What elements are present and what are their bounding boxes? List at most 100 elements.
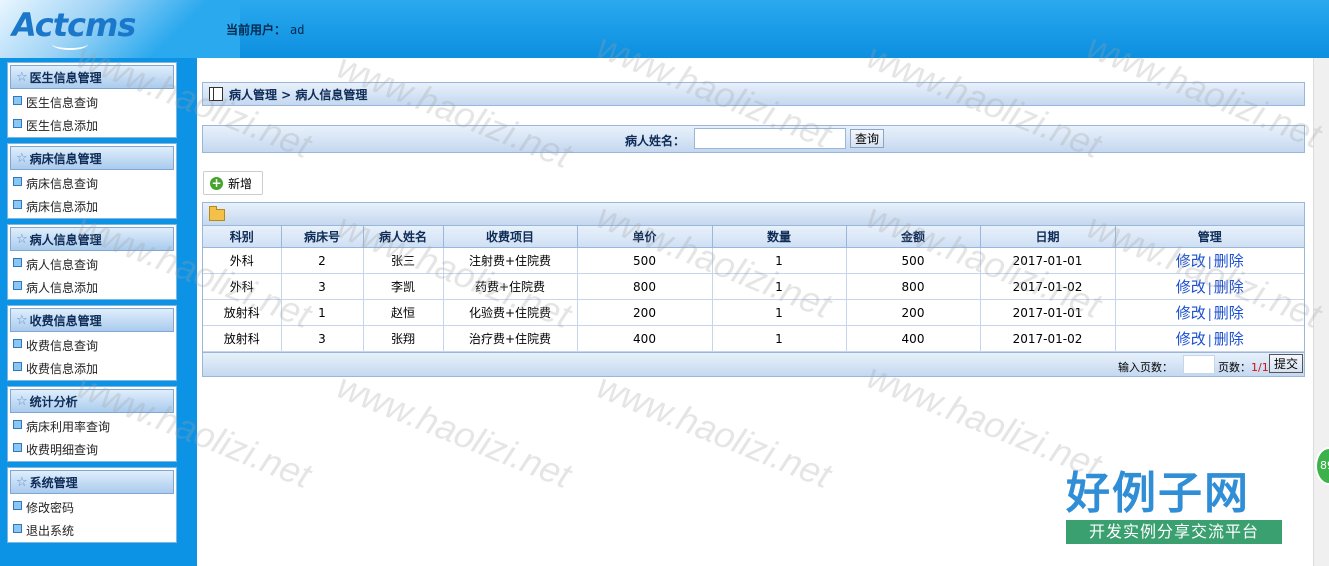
cell-qty: 1 [712,325,847,352]
menu-group-title[interactable]: ☆ 医生信息管理 [10,65,174,89]
current-user-label: 当前用户： [226,23,287,37]
menu-group-title[interactable]: ☆ 收费信息管理 [10,308,174,332]
menu-group-title[interactable]: ☆ 病床信息管理 [10,146,174,170]
cell-name: 李凯 [363,273,444,300]
edit-link[interactable]: 修改 [1176,304,1206,322]
data-table-panel: 科别 病床号 病人姓名 收费项目 单价 数量 金额 日期 管理 外科 2 张三 … [202,202,1305,377]
cell-amount: 500 [846,247,981,274]
menu-group-doctor: ☆ 医生信息管理 医生信息查询 医生信息添加 [7,62,177,138]
square-bullet-icon [13,280,22,290]
cell-item: 注射费+住院费 [443,247,578,274]
breadcrumb: 病人管理 > 病人信息管理 [202,82,1305,106]
sidebar-item-label: 病床信息查询 [26,177,99,191]
column-header: 病人姓名 [363,226,444,248]
column-header: 病床号 [281,226,364,248]
sidebar-item-patient-add[interactable]: 病人信息添加 [8,276,176,299]
menu-group-title[interactable]: ☆ 病人信息管理 [10,227,174,251]
star-icon: ☆ [16,69,28,85]
search-button[interactable]: 查询 [850,129,884,148]
menu-group-title[interactable]: ☆ 系统管理 [10,470,174,494]
cell-name: 赵恒 [363,299,444,326]
menu-group-stats: ☆ 统计分析 病床利用率查询 收费明细查询 [7,386,177,462]
column-header: 单价 [577,226,713,248]
page-icon [209,87,223,101]
sidebar-item-label: 病床利用率查询 [26,420,111,434]
delete-link[interactable]: 删除 [1214,330,1244,348]
cell-price: 800 [577,273,713,300]
delete-link[interactable]: 删除 [1214,278,1244,296]
add-button[interactable]: + 新增 [203,171,263,195]
sidebar-item-change-password[interactable]: 修改密码 [8,496,176,519]
edit-link[interactable]: 修改 [1176,278,1206,296]
cell-actions: 修改 | 删除 [1115,325,1304,352]
logo-swoosh [52,38,88,50]
action-separator: | [1207,255,1212,269]
table-row: 外科 2 张三 注射费+住院费 500 1 500 2017-01-01 修改 |… [203,247,1304,274]
cell-date: 2017-01-02 [980,273,1116,300]
sidebar: ☆ 医生信息管理 医生信息查询 医生信息添加 ☆ 病床信息管理 病床信息查询 病床信… [0,58,197,566]
sidebar-item-label: 收费信息查询 [26,339,99,353]
patient-name-input[interactable] [694,128,846,149]
cell-bed: 3 [281,325,364,352]
menu-group-title[interactable]: ☆ 统计分析 [10,389,174,413]
menu-group-label: 统计分析 [29,394,78,409]
sidebar-item-label: 收费信息添加 [26,362,99,376]
main-content: 病人管理 > 病人信息管理 病人姓名： 查询 + 新增 科别 病床号 病人姓名 … [197,58,1314,566]
cell-date: 2017-01-01 [980,299,1116,326]
page-number-input[interactable] [1183,355,1215,374]
vertical-scrollbar[interactable] [1313,58,1329,566]
cell-name: 张三 [363,247,444,274]
cell-dept: 外科 [203,247,282,274]
square-bullet-icon [13,442,22,452]
sidebar-item-label: 病人信息添加 [26,281,99,295]
delete-link[interactable]: 删除 [1214,252,1244,270]
sidebar-item-fee-add[interactable]: 收费信息添加 [8,357,176,380]
sidebar-item-fee-query[interactable]: 收费信息查询 [8,334,176,357]
sidebar-item-bed-query[interactable]: 病床信息查询 [8,172,176,195]
action-separator: | [1207,333,1212,347]
cell-amount: 200 [846,299,981,326]
sidebar-item-doctor-query[interactable]: 医生信息查询 [8,91,176,114]
logo-area: Actcms [0,0,240,58]
cell-item: 化验费+住院费 [443,299,578,326]
sidebar-item-bed-usage[interactable]: 病床利用率查询 [8,415,176,438]
plus-icon: + [210,175,223,190]
sidebar-item-doctor-add[interactable]: 医生信息添加 [8,114,176,137]
star-icon: ☆ [16,231,28,247]
breadcrumb-text: 病人管理 > 病人信息管理 [229,87,368,102]
sidebar-item-patient-query[interactable]: 病人信息查询 [8,253,176,276]
cell-amount: 400 [846,325,981,352]
folder-icon [209,206,225,221]
square-bullet-icon [13,523,22,533]
table-row: 放射科 3 张翔 治疗费+住院费 400 1 400 2017-01-02 修改… [203,325,1304,352]
column-header: 管理 [1115,226,1304,248]
action-separator: | [1207,307,1212,321]
square-bullet-icon [13,199,22,209]
column-header: 收费项目 [443,226,578,248]
cell-price: 200 [577,299,713,326]
edit-link[interactable]: 修改 [1176,252,1206,270]
square-bullet-icon [13,118,22,128]
page-input-label: 输入页数： [1118,361,1173,374]
page-submit-button[interactable]: 提交 [1269,354,1303,373]
star-icon: ☆ [16,474,28,490]
cell-actions: 修改 | 删除 [1115,247,1304,274]
sidebar-item-bed-add[interactable]: 病床信息添加 [8,195,176,218]
cell-name: 张翔 [363,325,444,352]
menu-group-fee: ☆ 收费信息管理 收费信息查询 收费信息添加 [7,305,177,381]
menu-group-system: ☆ 系统管理 修改密码 退出系统 [7,467,177,543]
column-header: 数量 [712,226,847,248]
cell-amount: 800 [846,273,981,300]
column-header: 日期 [980,226,1116,248]
menu-group-label: 收费信息管理 [29,313,102,328]
sidebar-item-label: 医生信息查询 [26,96,99,110]
cell-dept: 放射科 [203,325,282,352]
menu-group-label: 系统管理 [29,475,78,490]
cell-dept: 放射科 [203,299,282,326]
delete-link[interactable]: 删除 [1214,304,1244,322]
square-bullet-icon [13,257,22,267]
sidebar-item-fee-detail[interactable]: 收费明细查询 [8,438,176,461]
edit-link[interactable]: 修改 [1176,330,1206,348]
sidebar-item-logout[interactable]: 退出系统 [8,519,176,542]
cell-price: 500 [577,247,713,274]
